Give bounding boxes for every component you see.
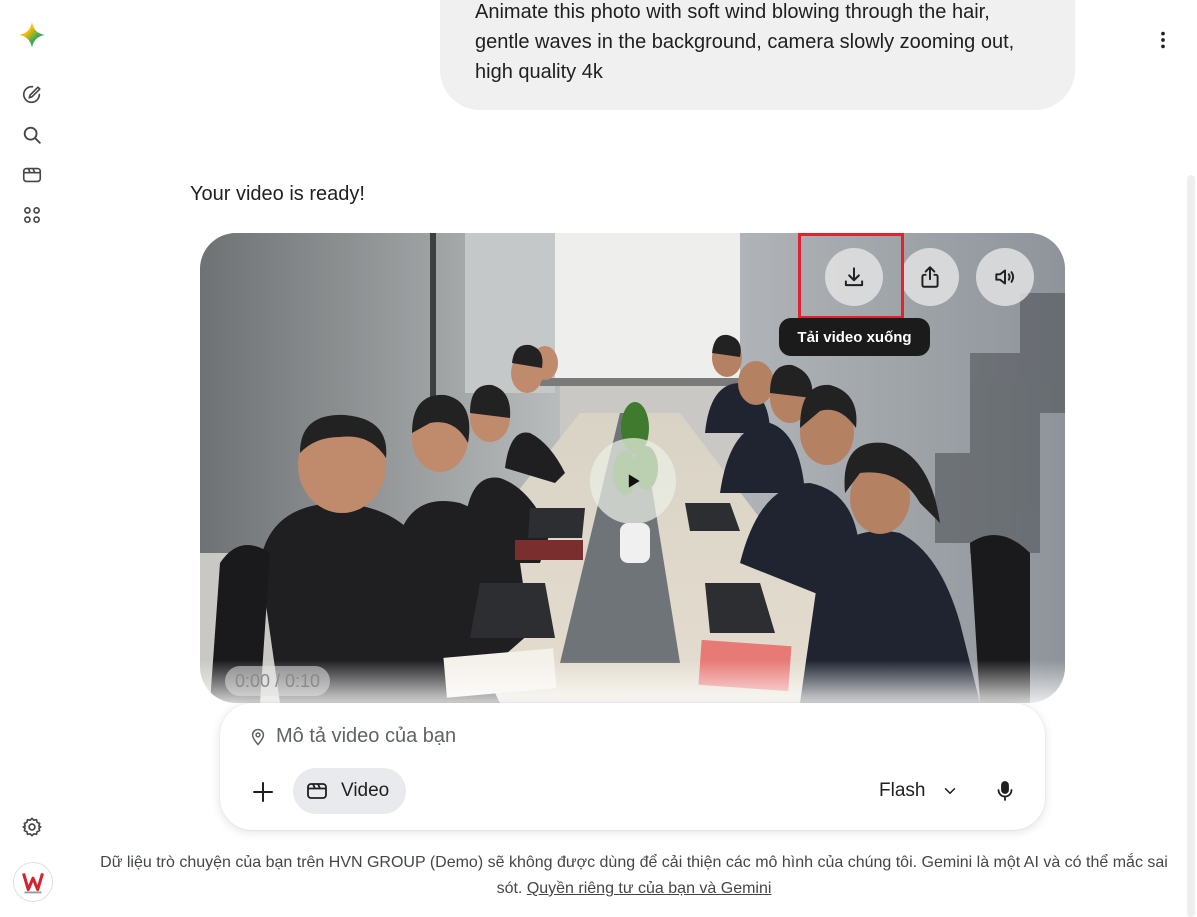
model-label: Flash	[879, 780, 926, 801]
download-tooltip: Tải video xuống	[779, 318, 930, 356]
share-icon	[921, 266, 939, 288]
video-icon[interactable]	[12, 155, 52, 195]
video-bottom-fade	[200, 660, 1065, 708]
privacy-link[interactable]: Quyền riêng tư của bạn và Gemini	[527, 880, 772, 897]
plus-icon	[253, 782, 273, 802]
apps-icon[interactable]	[12, 195, 52, 235]
video-tool-label: Video	[341, 780, 390, 801]
new-chat-icon[interactable]	[12, 75, 52, 115]
video-icon	[307, 783, 327, 799]
user-message-line: Animate this photo with soft wind blowin…	[475, 1, 990, 23]
volume-icon	[995, 269, 1015, 285]
play-button[interactable]	[590, 438, 676, 524]
sidebar	[0, 0, 64, 917]
location-pin-icon	[251, 728, 265, 746]
disclaimer-footer: Dữ liệu trò chuyện của bạn trên HVN GROU…	[100, 850, 1168, 902]
user-message-bubble: Animate this photo with soft wind blowin…	[440, 0, 1075, 110]
chevron-down-icon	[945, 788, 956, 794]
add-button[interactable]	[248, 777, 278, 807]
video-tool-chip[interactable]: Video	[293, 768, 406, 814]
volume-button[interactable]	[976, 248, 1034, 306]
user-message-line: high quality 4k	[475, 61, 603, 83]
user-message-line: gentle waves in the background, camera s…	[475, 31, 1015, 53]
share-video-button[interactable]	[901, 248, 959, 306]
settings-icon[interactable]	[12, 807, 52, 847]
download-highlight-box	[798, 233, 904, 319]
prompt-input[interactable]: Mô tả video của bạn	[248, 725, 456, 748]
prompt-composer: Mô tả video của bạn Video Flash	[220, 703, 1045, 830]
video-timecode: 0:00 / 0:10	[225, 666, 331, 696]
microphone-icon	[997, 781, 1013, 801]
scrollbar[interactable]	[1187, 175, 1195, 917]
microphone-button[interactable]	[990, 775, 1020, 807]
response-text: Your video is ready!	[190, 183, 365, 205]
prompt-placeholder: Mô tả video của bạn	[276, 725, 457, 747]
model-selector[interactable]: Flash	[879, 776, 959, 806]
more-options-icon[interactable]	[1143, 20, 1183, 60]
play-icon	[628, 474, 640, 488]
search-icon[interactable]	[12, 115, 52, 155]
gemini-logo-icon[interactable]	[12, 15, 52, 55]
avatar[interactable]	[13, 862, 53, 902]
